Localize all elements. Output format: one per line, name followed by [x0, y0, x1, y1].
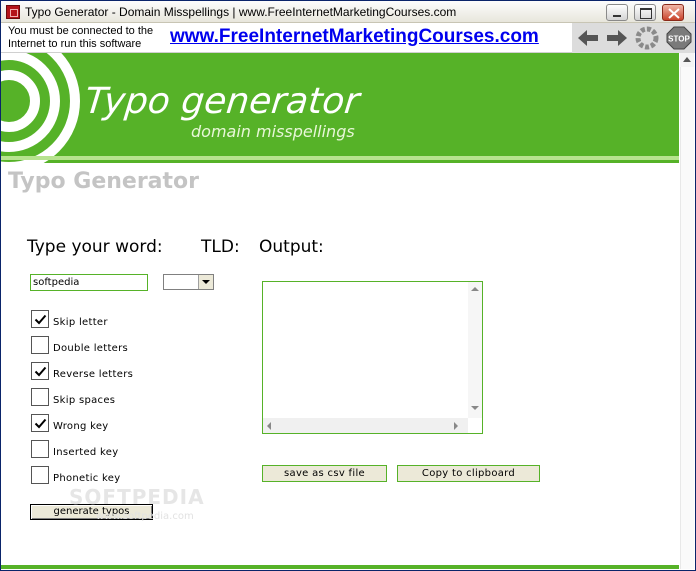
option-label: Skip spaces	[53, 395, 116, 406]
stop-label: STOP	[668, 35, 690, 44]
stop-icon: STOP	[666, 26, 692, 50]
banner-title: Typo generator	[82, 81, 362, 122]
softpedia-watermark: SOFTPEDIA	[69, 485, 205, 509]
page-scroll-up-icon[interactable]	[680, 53, 694, 67]
option-label: Skip letter	[53, 317, 108, 328]
output-label: Output:	[259, 237, 324, 257]
watermark-url: www.softpedia.com	[96, 511, 194, 522]
content-frame: Typo generator domain misspellings Typo …	[1, 53, 695, 570]
output-horizontal-scrollbar[interactable]	[263, 418, 468, 433]
scroll-down-icon[interactable]	[471, 406, 479, 410]
page-vertical-scrollbar[interactable]	[680, 67, 694, 569]
app-window: Typo Generator - Domain Misspellings | w…	[0, 0, 696, 571]
option-checkbox[interactable]	[31, 440, 49, 458]
refresh-button[interactable]	[633, 25, 661, 51]
info-bar: You must be connected to the Internet to…	[1, 23, 695, 53]
word-input[interactable]	[30, 274, 148, 291]
banner-subtitle: domain misspellings	[191, 122, 355, 141]
output-textarea[interactable]	[262, 281, 483, 434]
option-label: Wrong key	[53, 421, 109, 432]
option-checkbox[interactable]	[31, 336, 49, 354]
maximize-button[interactable]	[634, 4, 656, 21]
close-button[interactable]	[662, 4, 684, 21]
scroll-up-icon[interactable]	[471, 287, 479, 291]
concentric-rings-logo	[1, 53, 80, 163]
website-link[interactable]: www.FreeInternetMarketingCourses.com	[170, 26, 539, 48]
refresh-icon	[635, 26, 659, 50]
close-icon	[668, 8, 680, 19]
option-checkbox[interactable]	[31, 362, 49, 380]
browser-nav-toolbar: STOP	[572, 23, 695, 53]
save-csv-button[interactable]: save as csv file	[262, 465, 387, 482]
option-label: Double letters	[53, 343, 129, 354]
output-vertical-scrollbar[interactable]	[468, 282, 482, 418]
stop-button[interactable]: STOP	[665, 25, 693, 51]
checkmark-icon	[34, 418, 47, 429]
option-checkbox[interactable]	[31, 414, 49, 432]
option-label: Inserted key	[53, 447, 119, 458]
option-label: Phonetic key	[53, 473, 121, 484]
app-icon[interactable]	[6, 5, 20, 19]
scroll-right-icon[interactable]	[454, 422, 458, 430]
dropdown-arrow-icon[interactable]	[198, 275, 213, 289]
word-label: Type your word:	[27, 237, 163, 257]
connection-notice: You must be connected to the Internet to…	[8, 25, 154, 50]
arrow-left-icon	[578, 30, 598, 46]
option-checkbox[interactable]	[31, 466, 49, 484]
title-bar[interactable]: Typo Generator - Domain Misspellings | w…	[1, 1, 695, 23]
window-title: Typo Generator - Domain Misspellings | w…	[25, 5, 457, 19]
scroll-left-icon[interactable]	[267, 422, 271, 430]
header-banner: Typo generator domain misspellings	[1, 53, 679, 163]
option-checkbox[interactable]	[31, 388, 49, 406]
checkmark-icon	[34, 314, 47, 325]
option-label: Reverse letters	[53, 369, 134, 380]
forward-button[interactable]	[603, 25, 631, 51]
arrow-right-icon	[607, 30, 627, 46]
minimize-button[interactable]	[606, 4, 628, 21]
back-button[interactable]	[574, 25, 602, 51]
page-title: Typo Generator	[8, 169, 199, 194]
copy-clipboard-button[interactable]: Copy to clipboard	[397, 465, 540, 482]
banner-stripe	[1, 156, 679, 160]
option-checkbox[interactable]	[31, 310, 49, 328]
checkmark-icon	[34, 366, 47, 377]
tld-label: TLD:	[201, 237, 240, 257]
tld-dropdown[interactable]	[163, 274, 214, 290]
footer-bar	[1, 565, 679, 569]
